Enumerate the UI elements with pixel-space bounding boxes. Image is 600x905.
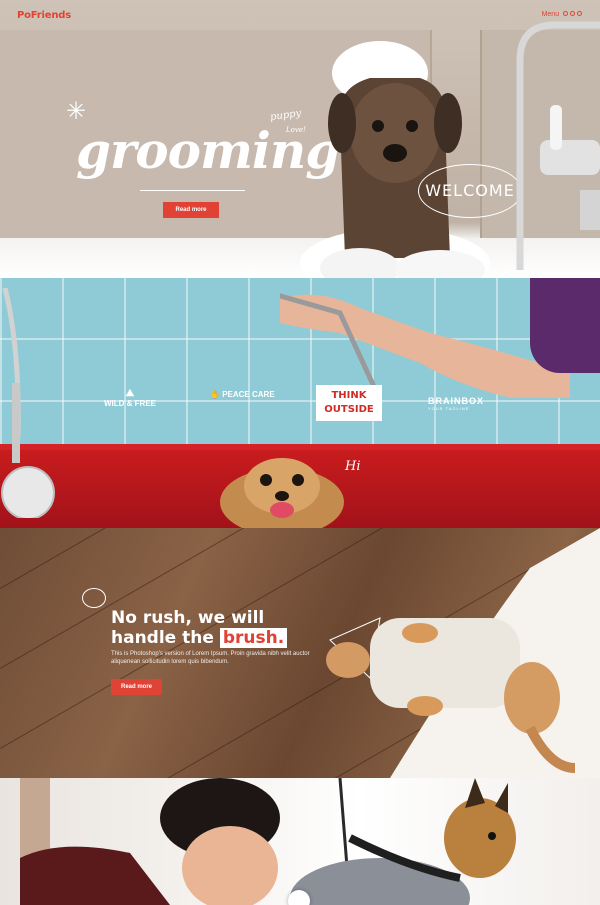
hero-read-more-button[interactable]: Read more — [163, 202, 219, 218]
site-logo[interactable]: PoFriends — [17, 10, 71, 21]
title-underline — [140, 190, 245, 191]
cat-in-sweater-image — [326, 617, 576, 773]
feature-body-text: This is Photoshop's version of Lorem Ips… — [111, 651, 310, 665]
headline-highlight: brush. — [219, 628, 288, 648]
menu-toggle[interactable]: Menu — [542, 11, 582, 18]
purple-sleeve — [530, 278, 600, 373]
partner-logo-wild-free[interactable]: ⛰ WILD & FREE — [100, 388, 160, 408]
wet-pomeranian-image — [220, 458, 344, 528]
smiley-doodle-icon — [82, 588, 106, 608]
faucet-image — [516, 21, 600, 270]
more-dots-icon — [563, 11, 582, 18]
feature-headline: No rush, we will handle the brush. — [111, 608, 288, 648]
page: PoFriends Menu ✳ puppy Love! grooming Re… — [0, 0, 600, 905]
greeting-text: Hi — [345, 459, 361, 474]
partner-logo-think-outside[interactable]: THINK OUTSIDE — [316, 385, 382, 421]
feature-read-more-button[interactable]: Read more — [111, 679, 162, 695]
groomer-section — [0, 778, 600, 905]
welcome-badge: WELCOME — [418, 164, 522, 218]
wet-dog-image — [300, 41, 490, 278]
shower-head-image — [1, 288, 55, 518]
yorkie-image — [290, 778, 516, 905]
hand-icon: ✋ — [210, 390, 220, 399]
feature-section: No rush, we will handle the brush. This … — [0, 528, 600, 778]
menu-label: Menu — [541, 11, 560, 18]
partner-logo-peace-care[interactable]: ✋ PEACE CARE — [210, 390, 275, 399]
partner-logo-brainbox[interactable]: BRAINBOX YOUR TAGLINE — [428, 396, 484, 411]
play-icon[interactable] — [288, 890, 310, 905]
hero-section: PoFriends Menu ✳ puppy Love! grooming Re… — [0, 0, 600, 278]
partners-section: ⛰ WILD & FREE ✋ PEACE CARE THINK OUTSIDE… — [0, 278, 600, 528]
